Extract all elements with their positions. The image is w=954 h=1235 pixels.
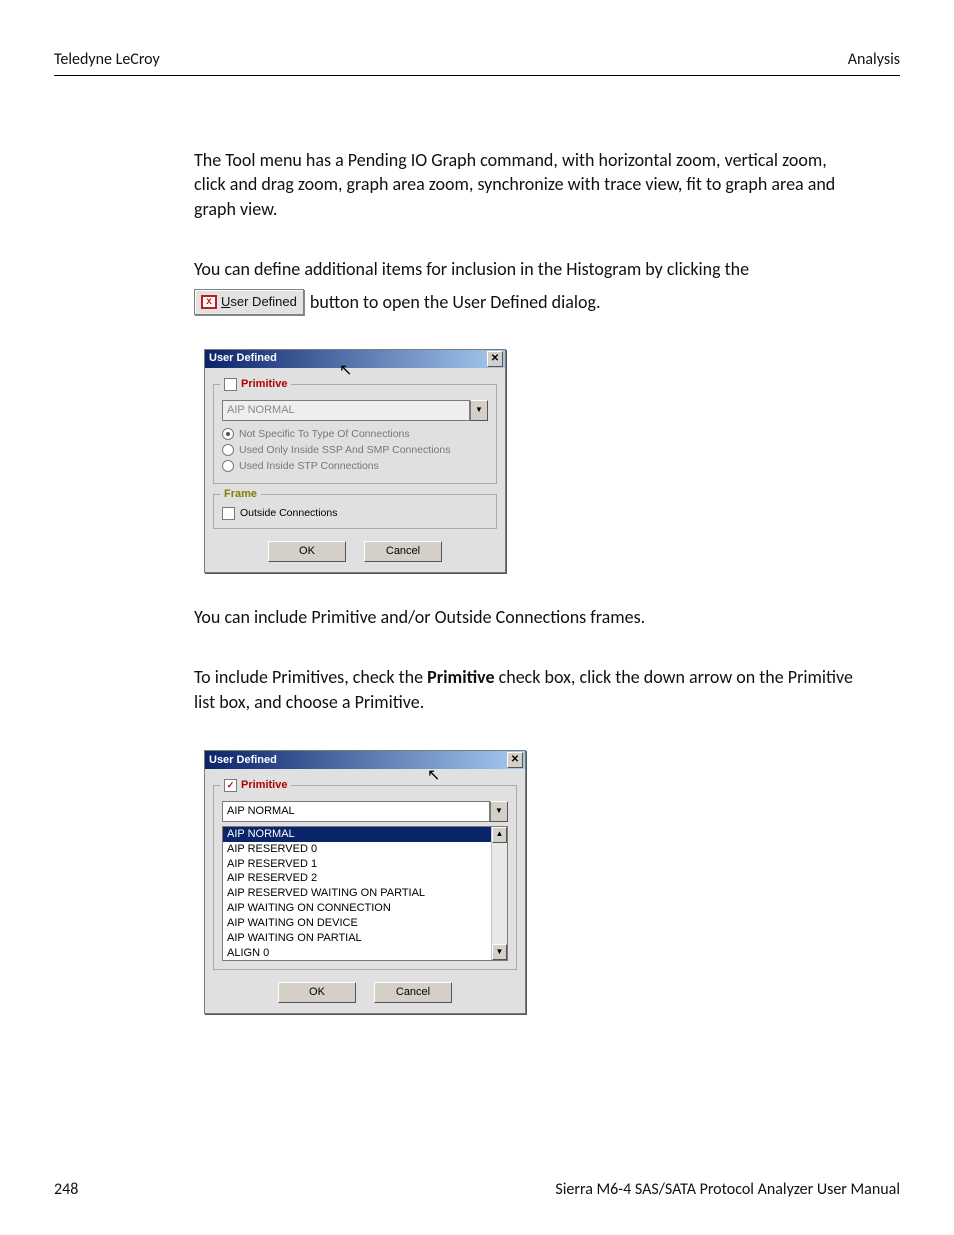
- radio-not-specific[interactable]: Not Specific To Type Of Connections: [222, 427, 488, 441]
- header-left: Teledyne LeCroy: [54, 50, 160, 69]
- primitive-checkbox-2[interactable]: [224, 779, 237, 792]
- scrollbar[interactable]: ▲ ▼: [491, 827, 507, 961]
- cancel-button[interactable]: Cancel: [374, 982, 452, 1003]
- dialog1-titlebar: User Defined ✕: [205, 350, 505, 368]
- list-item[interactable]: AIP RESERVED 1: [223, 857, 491, 872]
- cursor-icon: ↖: [339, 360, 352, 382]
- frame-groupbox: Frame Outside Connections: [213, 494, 497, 529]
- cancel-button[interactable]: Cancel: [364, 541, 442, 562]
- frame-legend: Frame: [220, 487, 261, 502]
- radio-label: Used Inside STP Connections: [239, 459, 379, 473]
- scroll-track[interactable]: [492, 843, 507, 945]
- radio-icon: [222, 460, 234, 472]
- list-item[interactable]: AIP RESERVED 2: [223, 871, 491, 886]
- p4-b: Primitive: [427, 666, 494, 688]
- scroll-up-icon[interactable]: ▲: [492, 827, 507, 843]
- scroll-down-icon[interactable]: ▼: [492, 944, 507, 960]
- paragraph-2: You can define additional items for incl…: [194, 257, 860, 281]
- primitive-combobox-2[interactable]: AIP NORMAL ▼: [222, 801, 508, 822]
- radio-label: Not Specific To Type Of Connections: [239, 427, 410, 441]
- page-number: 248: [54, 1180, 78, 1199]
- outside-connections-label: Outside Connections: [240, 506, 337, 520]
- dialog1-title: User Defined: [209, 351, 277, 366]
- list-item[interactable]: AIP RESERVED WAITING ON PARTIAL: [223, 886, 491, 901]
- page-header: Teledyne LeCroy Analysis: [54, 50, 900, 76]
- primitive-dropdown-list[interactable]: AIP NORMAL AIP RESERVED 0 AIP RESERVED 1…: [222, 826, 508, 962]
- primitive-combobox-input: AIP NORMAL: [222, 400, 470, 421]
- content: The Tool menu has a Pending IO Graph com…: [194, 148, 860, 1014]
- user-defined-toolbar-button[interactable]: x User Defined: [194, 289, 304, 315]
- paragraph-4: To include Primitives, check the Primiti…: [194, 665, 860, 714]
- paragraph-3: You can include Primitive and/or Outside…: [194, 605, 860, 629]
- primitive-legend-2: Primitive: [220, 778, 291, 793]
- primitive-groupbox: Primitive AIP NORMAL ▼ Not Specific To T…: [213, 384, 497, 484]
- ok-button[interactable]: OK: [268, 541, 346, 562]
- cursor-icon: ↖: [427, 765, 440, 787]
- dropdown-items: AIP NORMAL AIP RESERVED 0 AIP RESERVED 1…: [223, 827, 491, 961]
- list-item[interactable]: ALIGN 0: [223, 946, 491, 961]
- primitive-checkbox[interactable]: [224, 378, 237, 391]
- page: Teledyne LeCroy Analysis The Tool menu h…: [0, 0, 954, 1235]
- list-item[interactable]: AIP RESERVED 0: [223, 842, 491, 857]
- dialog2-body: Primitive AIP NORMAL ▼ AIP NORMAL AIP RE…: [205, 769, 525, 1013]
- close-icon[interactable]: ✕: [487, 351, 503, 367]
- list-item[interactable]: AIP WAITING ON CONNECTION: [223, 901, 491, 916]
- dialog2-buttons: OK Cancel: [213, 978, 517, 1005]
- primitive-groupbox-2: Primitive AIP NORMAL ▼ AIP NORMAL AIP RE…: [213, 785, 517, 970]
- chevron-down-icon[interactable]: ▼: [470, 400, 488, 421]
- header-right: Analysis: [848, 50, 900, 69]
- primitive-combobox-input-2: AIP NORMAL: [222, 801, 490, 822]
- dialog2-title: User Defined: [209, 753, 277, 768]
- user-defined-dialog-1: User Defined ✕ ↖ Primitive AIP NORMAL ▼: [204, 349, 506, 573]
- primitive-legend: Primitive: [220, 377, 291, 392]
- list-item[interactable]: AIP NORMAL: [223, 827, 491, 842]
- paragraph-1: The Tool menu has a Pending IO Graph com…: [194, 148, 860, 221]
- primitive-legend-label-2: Primitive: [241, 778, 287, 793]
- dialog2-titlebar: User Defined ✕: [205, 751, 525, 769]
- radio-ssp-smp[interactable]: Used Only Inside SSP And SMP Connections: [222, 443, 488, 457]
- radio-label: Used Only Inside SSP And SMP Connections: [239, 443, 450, 457]
- dialog1-body: Primitive AIP NORMAL ▼ Not Specific To T…: [205, 368, 505, 572]
- ok-button[interactable]: OK: [278, 982, 356, 1003]
- radio-stp[interactable]: Used Inside STP Connections: [222, 459, 488, 473]
- outside-connections-checkbox[interactable]: [222, 507, 235, 520]
- user-defined-dialog-2: User Defined ✕ ↖ Primitive AIP NORMAL ▼: [204, 750, 526, 1014]
- dialog1-buttons: OK Cancel: [213, 537, 497, 564]
- inline-button-line: x User Defined button to open the User D…: [194, 289, 860, 315]
- outside-connections-row[interactable]: Outside Connections: [222, 506, 488, 520]
- chevron-down-icon[interactable]: ▼: [490, 801, 508, 822]
- user-defined-icon: x: [201, 295, 217, 309]
- list-item[interactable]: AIP WAITING ON DEVICE: [223, 916, 491, 931]
- paragraph-2-tail: button to open the User Defined dialog.: [310, 290, 601, 314]
- radio-icon: [222, 428, 234, 440]
- page-footer: 248 Sierra M6-4 SAS/SATA Protocol Analyz…: [54, 1180, 900, 1199]
- user-defined-label: User Defined: [221, 293, 297, 311]
- manual-title: Sierra M6-4 SAS/SATA Protocol Analyzer U…: [555, 1180, 900, 1199]
- primitive-legend-label: Primitive: [241, 377, 287, 392]
- radio-icon: [222, 444, 234, 456]
- close-icon[interactable]: ✕: [507, 752, 523, 768]
- primitive-combobox[interactable]: AIP NORMAL ▼: [222, 400, 488, 421]
- p4-a: To include Primitives, check the: [194, 666, 427, 688]
- list-item[interactable]: AIP WAITING ON PARTIAL: [223, 931, 491, 946]
